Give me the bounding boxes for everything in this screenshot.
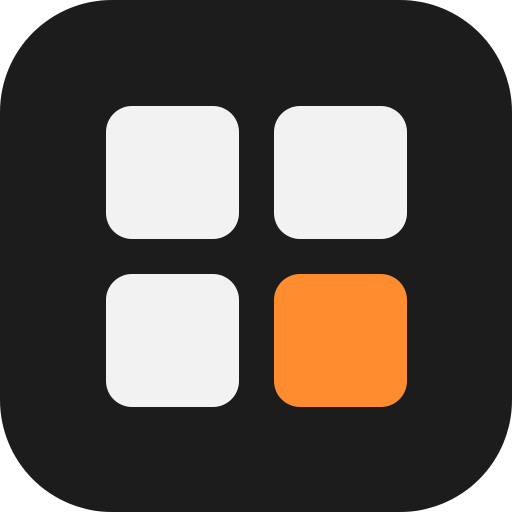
grid-tile-top-right [274, 106, 407, 239]
app-icon [0, 0, 512, 512]
grid-tile-bottom-right-accent [274, 274, 407, 407]
grid-tile-top-left [106, 106, 239, 239]
grid-tile-bottom-left [106, 274, 239, 407]
